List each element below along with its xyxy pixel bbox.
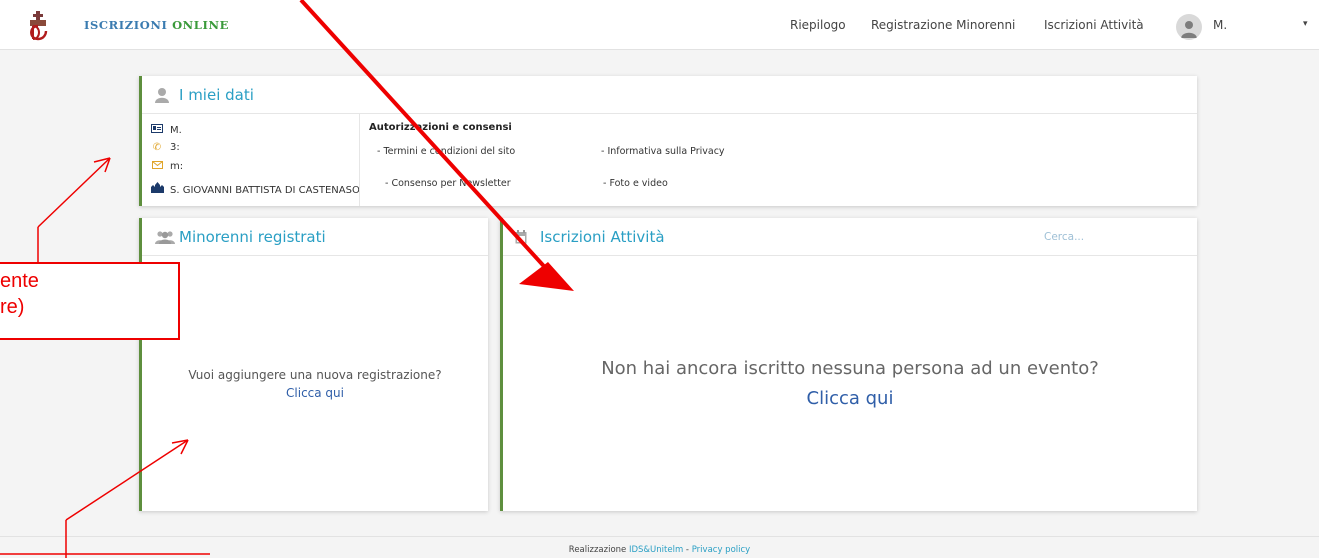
user-parish-row: S. GIOVANNI BATTISTA DI CASTENASO (150, 182, 360, 196)
user-email-row: m: (150, 161, 183, 172)
brand-text-main: ISCRIZIONI (84, 18, 173, 32)
consent-privacy[interactable]: - Informativa sulla Privacy (601, 146, 725, 157)
phone-icon: ✆ (152, 142, 162, 153)
app-brand[interactable]: ISCRIZIONI ONLINE (84, 18, 229, 32)
user-fullname: M. (170, 125, 182, 136)
activities-empty-question: Non hai ancora iscritto nessuna persona … (601, 358, 1099, 379)
user-name-row: M. (150, 124, 182, 136)
minors-panel: Minorenni registrati Vuoi aggiungere una… (139, 218, 488, 511)
consent-terms[interactable]: - Termini e condizioni del sito (377, 146, 515, 157)
my-data-title: I miei dati (179, 86, 254, 104)
add-activity-link[interactable]: Clicca qui (503, 388, 1197, 409)
user-phone-row: ✆ 3: (150, 142, 180, 153)
page-footer: Realizzazione IDS&Unitelm - Privacy poli… (0, 536, 1319, 558)
church-icon (150, 182, 164, 196)
my-data-divider (359, 114, 360, 206)
minors-title: Minorenni registrati (179, 228, 326, 246)
add-minor-link[interactable]: Clicca qui (142, 386, 488, 400)
minors-empty-question: Vuoi aggiungere una nuova registrazione? (188, 368, 442, 382)
user-name[interactable]: M. (1213, 18, 1227, 32)
nav-iscrizioni-attivita[interactable]: Iscrizioni Attività (1044, 18, 1144, 32)
footer-separator: - (683, 545, 692, 555)
brand-text-accent: ONLINE (172, 18, 229, 32)
footer-prefix: Realizzazione (568, 545, 629, 555)
annotation-arrow-upper (37, 157, 111, 228)
footer-company-link[interactable]: IDS&Unitelm (629, 545, 683, 555)
top-navbar: ISCRIZIONI ONLINE Riepilogo Registrazion… (0, 0, 1319, 50)
user-parish: S. GIOVANNI BATTISTA DI CASTENASO (170, 185, 360, 196)
my-data-header: I miei dati (142, 76, 1197, 114)
nav-registrazione-minorenni[interactable]: Registrazione Minorenni (871, 18, 1015, 32)
user-icon (155, 88, 169, 103)
consents-title: Autorizzazioni e consensi (369, 122, 512, 133)
chevron-down-icon[interactable]: ▾ (1303, 19, 1308, 29)
annotation-text-line1: ente (0, 270, 39, 292)
minors-header: Minorenni registrati (142, 218, 488, 256)
activities-header: Iscrizioni Attività Cerca... (503, 218, 1197, 256)
activities-title: Iscrizioni Attività (540, 228, 665, 246)
users-group-icon (155, 231, 175, 244)
annotation-callout-box: ente re) (0, 262, 180, 340)
parish-logo-icon[interactable] (26, 9, 50, 41)
id-card-icon (150, 124, 164, 136)
my-data-panel: I miei dati M. ✆ 3: m: S. GIOVANNI BATTIS… (139, 76, 1197, 206)
user-avatar-icon[interactable] (1176, 14, 1202, 40)
consent-newsletter[interactable]: - Consenso per Newsletter (385, 178, 511, 189)
nav-riepilogo[interactable]: Riepilogo (790, 18, 846, 32)
envelope-icon (150, 161, 164, 172)
annotation-text-line2: re) (0, 296, 25, 318)
activities-search-link[interactable]: Cerca... (1044, 231, 1084, 243)
activities-panel: Iscrizioni Attività Cerca... Non hai anc… (500, 218, 1197, 511)
consent-photo-video[interactable]: - Foto e video (603, 178, 668, 189)
calendar-icon (515, 230, 527, 244)
footer-privacy-link[interactable]: Privacy policy (692, 545, 751, 555)
user-email: m: (170, 161, 184, 172)
user-phone: 3: (170, 142, 180, 153)
